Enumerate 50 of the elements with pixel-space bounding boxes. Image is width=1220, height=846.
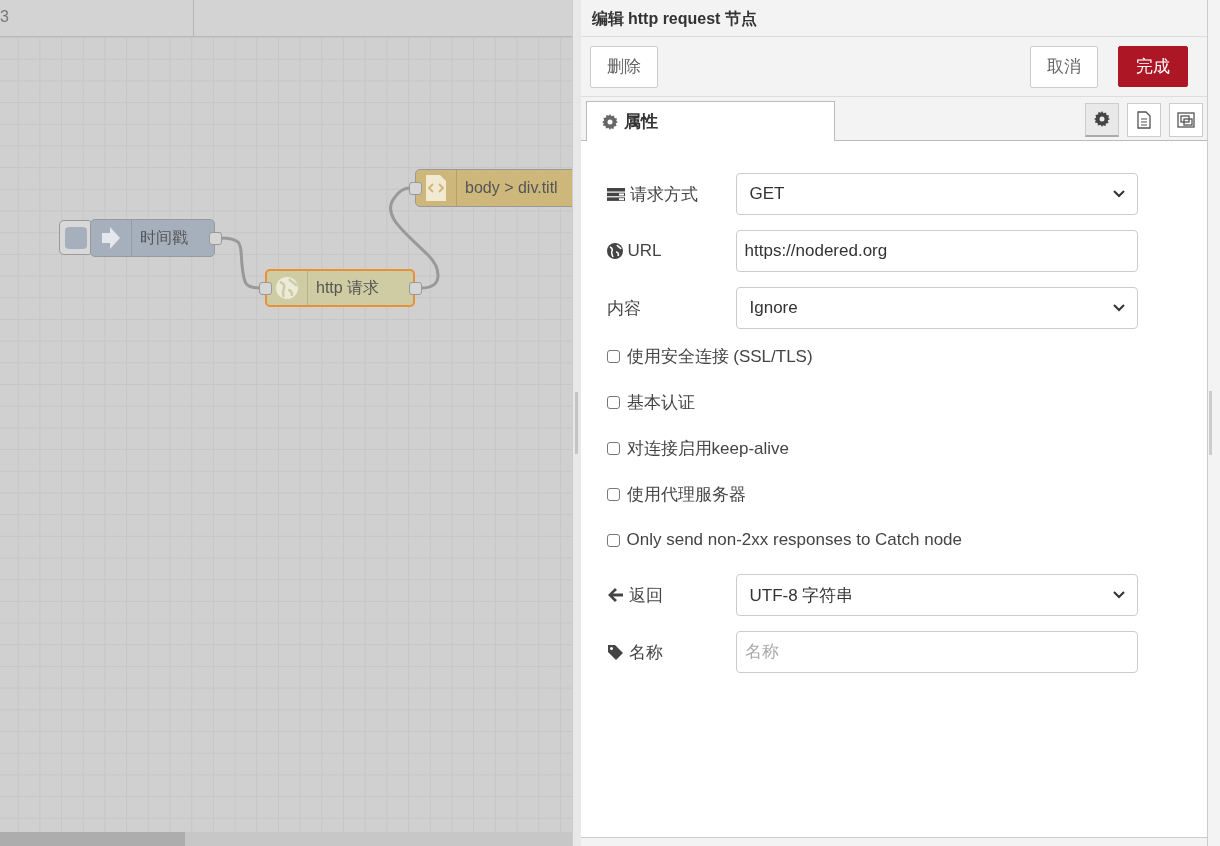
checkbox[interactable] [606, 349, 620, 363]
globe-icon [275, 276, 299, 300]
input-port[interactable] [409, 182, 422, 195]
arrow-left-icon [606, 587, 624, 603]
checkbox-label: Only send non-2xx responses to Catch node [626, 530, 962, 550]
checkbox-label: 使用代理服务器 [626, 483, 746, 506]
checkbox-label: 基本认证 [626, 391, 695, 414]
properties-tab[interactable]: 属性 [585, 101, 835, 141]
globe-icon [606, 243, 623, 259]
field-label: 内容 [606, 297, 641, 320]
description-tab-button[interactable] [1127, 102, 1161, 137]
inject-button[interactable] [59, 220, 93, 255]
field-label: 名称 [628, 641, 663, 664]
flow-node[interactable]: http 请求 [265, 269, 415, 307]
caret-icon [1112, 190, 1125, 198]
appearance-tab-button[interactable] [1169, 102, 1203, 137]
input-field[interactable]: https://nodered.org [735, 230, 1138, 272]
checkbox-label: 使用安全连接 (SSL/TLS) [626, 345, 813, 368]
dropdown[interactable]: Ignore [735, 287, 1138, 329]
field-label: 返回 [628, 584, 663, 607]
checkbox-label: 对连接启用keep-alive [626, 437, 790, 460]
list-icon [606, 187, 625, 201]
caret-icon [1112, 304, 1125, 312]
checkbox[interactable] [606, 487, 620, 501]
field-label: 请求方式 [629, 183, 698, 206]
tray-title: 编辑 http request 节点 [580, 0, 1207, 37]
file-code-icon [425, 174, 447, 202]
checkbox[interactable] [606, 441, 620, 455]
delete-button[interactable]: 删除 [589, 45, 658, 88]
scrollbar-thumb[interactable] [0, 832, 185, 846]
field-label: URL [627, 241, 662, 261]
settings-tab-button[interactable] [1085, 102, 1119, 137]
flow-node[interactable]: body > div.titl [415, 169, 572, 207]
caret-icon [1112, 591, 1125, 599]
tag-icon [606, 643, 624, 661]
document-icon [1137, 110, 1151, 129]
dropdown[interactable]: GET [735, 173, 1138, 215]
cancel-button[interactable]: 取消 [1030, 45, 1098, 88]
gear-icon [601, 113, 618, 130]
checkbox[interactable] [606, 533, 620, 547]
wire [219, 236, 261, 290]
input-port[interactable] [259, 282, 272, 295]
arrow-icon [101, 225, 121, 251]
checkbox[interactable] [606, 395, 620, 409]
input-field[interactable]: 名称 [735, 631, 1138, 673]
frame-icon [1176, 110, 1196, 129]
dropdown[interactable]: UTF-8 字符串 [735, 574, 1138, 616]
done-button[interactable]: 完成 [1118, 46, 1188, 87]
settings-icon [1094, 111, 1110, 127]
flow-node[interactable]: 时间戳 [90, 219, 215, 257]
